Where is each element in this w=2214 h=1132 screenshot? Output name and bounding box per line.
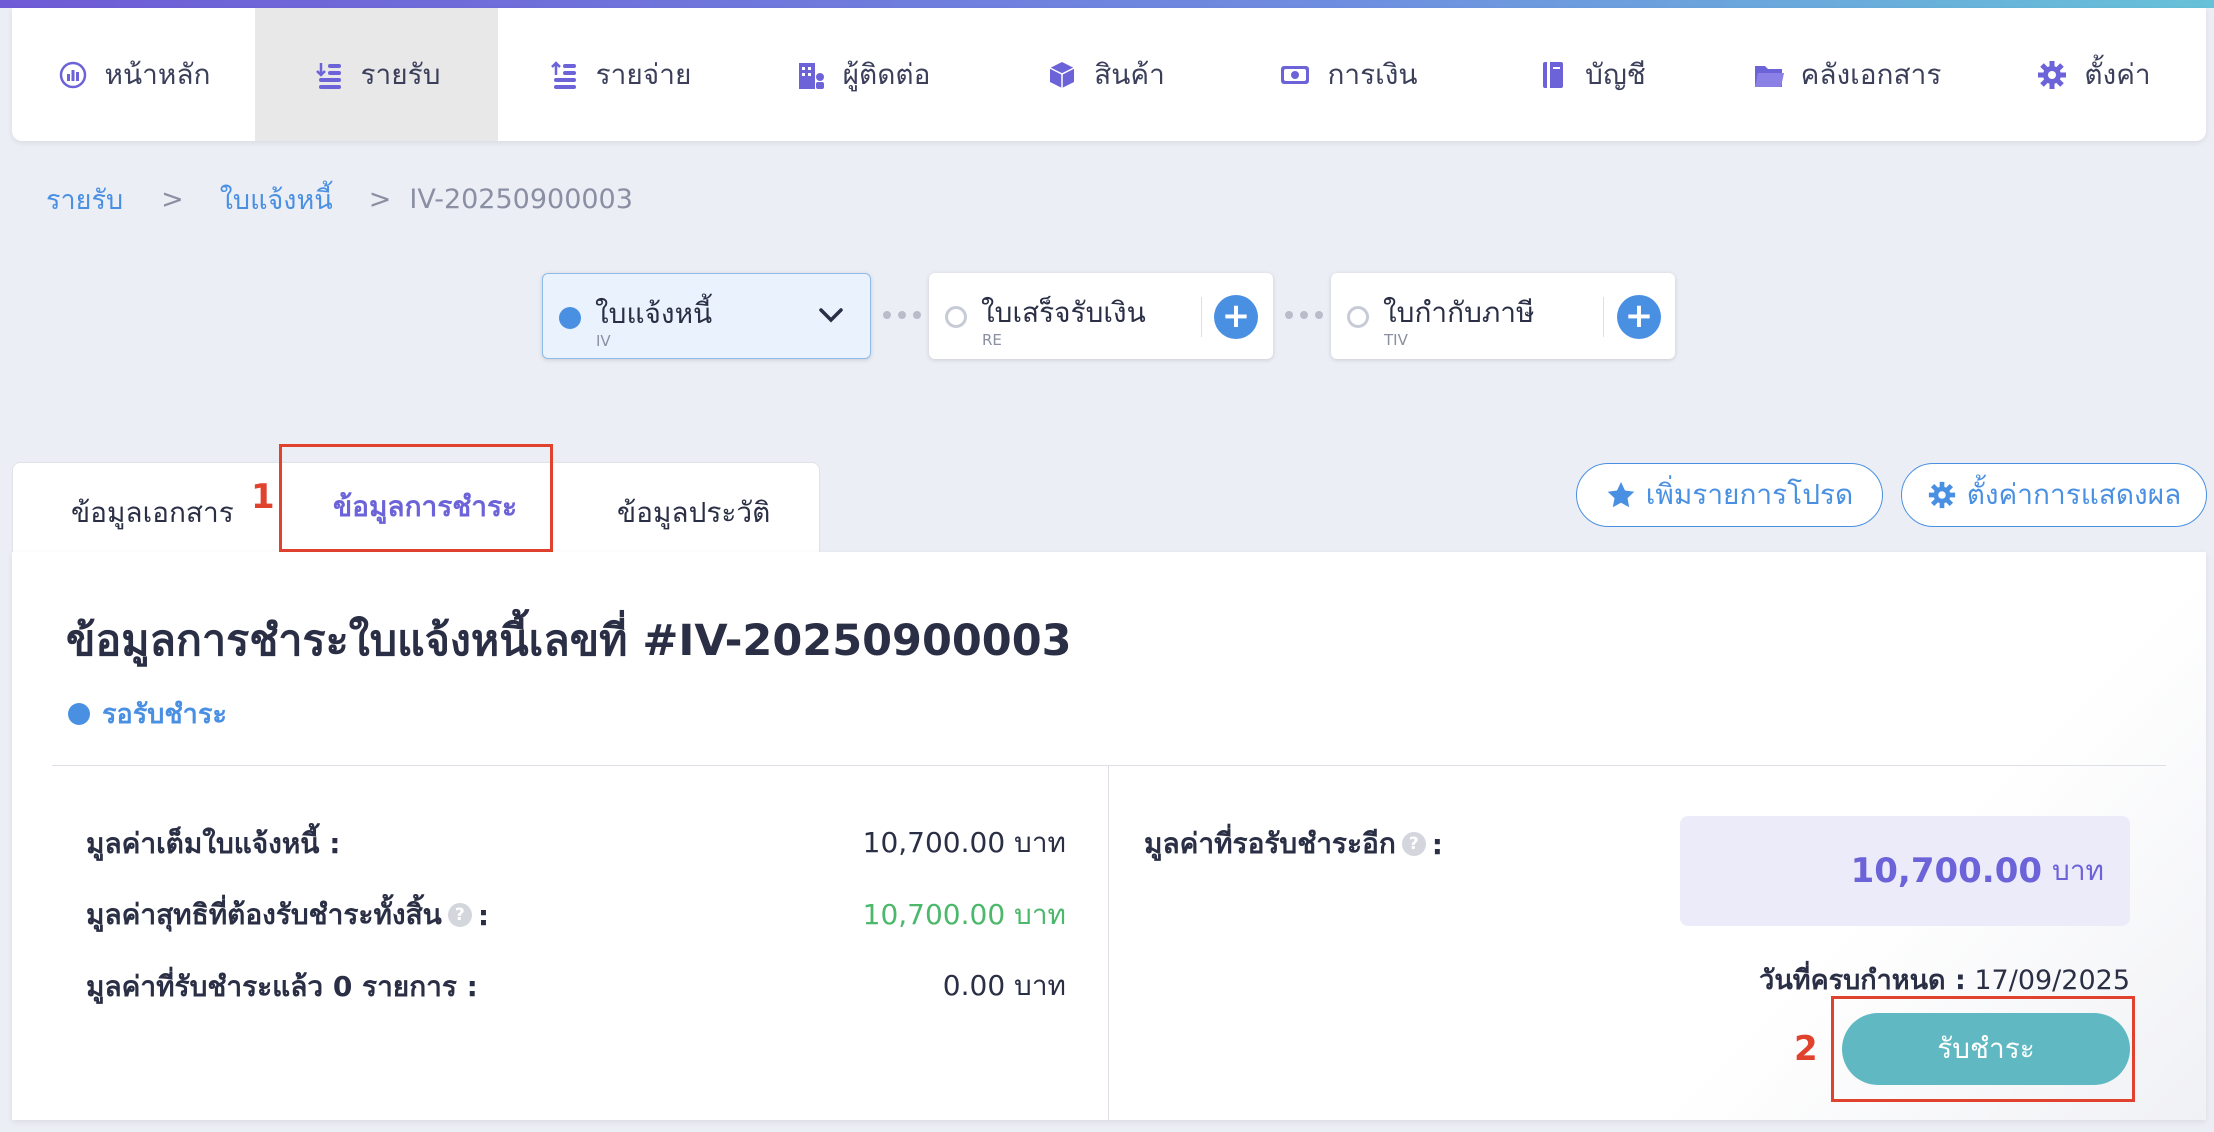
top-accent-bar (0, 0, 2214, 8)
flow-step-title: ใบเสร็จรับเงิน (981, 296, 1146, 329)
remaining-unit: บาท (2052, 854, 2104, 887)
nav-item-home[interactable]: หน้าหลัก (12, 8, 255, 141)
net-amount-value: 10,700.00 บาท (862, 898, 1066, 931)
breadcrumb-income-link[interactable]: รายรับ (46, 178, 123, 221)
display-settings-button[interactable]: ตั้งค่าการแสดงผล (1901, 463, 2207, 527)
dashboard-gauge-icon (57, 59, 89, 91)
star-icon (1607, 482, 1635, 508)
flow-connector (883, 311, 921, 319)
page-title: ข้อมูลการชำระใบแจ้งหนี้เลขที่ #IV-202509… (66, 616, 1072, 666)
full-amount-label: มูลค่าเต็มใบแจ้งหนี้ : (86, 827, 341, 860)
net-amount-colon: : (477, 898, 490, 932)
help-icon[interactable]: ? (1401, 832, 1426, 856)
product-box-icon (1046, 59, 1078, 91)
highlight-box-step2 (1831, 996, 2135, 1102)
add-favorite-button[interactable]: เพิ่มรายการโปรด (1576, 463, 1883, 527)
status-badge: รอรับชำระ (68, 692, 227, 735)
flow-divider (1603, 297, 1604, 337)
breadcrumb: รายรับ > ใบแจ้งหนี้ > IV-20250900003 (46, 178, 633, 221)
nav-item-label: หน้าหลัก (104, 57, 211, 91)
income-coins-icon (313, 59, 345, 91)
add-tax-invoice-button[interactable]: + (1617, 295, 1661, 339)
paid-amount-label: มูลค่าที่รับชำระแล้ว 0 รายการ : (86, 970, 478, 1003)
folder-icon (1753, 59, 1785, 91)
nav-item-label: ผู้ติดต่อ (842, 57, 931, 91)
nav-item-label: คลังเอกสาร (1800, 57, 1942, 91)
display-settings-label: ตั้งค่าการแสดงผล (1966, 478, 2182, 511)
nav-item-contacts[interactable]: ผู้ติดต่อ (741, 8, 984, 141)
flow-step-dot (945, 306, 967, 328)
remaining-colon: : (1431, 827, 1443, 861)
nav-item-label: การเงิน (1327, 57, 1418, 91)
nav-item-finance[interactable]: การเงิน (1227, 8, 1470, 141)
paid-amount-value: 0.00 บาท (942, 969, 1066, 1002)
due-date-label: วันที่ครบกำหนด : (1759, 965, 1966, 996)
nav-item-label: สินค้า (1094, 57, 1165, 91)
breadcrumb-current: IV-20250900003 (409, 184, 633, 215)
remaining-label: มูลค่าที่รอรับชำระอีก (1144, 827, 1396, 860)
highlight-box-step1 (279, 444, 553, 552)
flow-step-code: IV (596, 332, 611, 350)
breadcrumb-separator: > (161, 184, 184, 215)
flow-step-dot (559, 307, 581, 329)
flow-divider (1201, 297, 1202, 337)
nav-item-income[interactable]: รายรับ (255, 8, 498, 141)
remaining-amount-box: 10,700.00 บาท (1680, 816, 2130, 926)
nav-item-label: รายจ่าย (595, 57, 692, 91)
nav-item-accounting[interactable]: บัญชี (1470, 8, 1713, 141)
contacts-building-icon (795, 59, 827, 91)
divider (52, 765, 2166, 766)
breadcrumb-invoice-link[interactable]: ใบแจ้งหนี้ (220, 178, 333, 221)
remaining-amount: 10,700.00 (1850, 851, 2043, 891)
flow-connector (1285, 311, 1323, 319)
account-book-icon (1537, 59, 1569, 91)
step-number-1: 1 (251, 477, 275, 517)
gear-icon (2036, 59, 2068, 91)
tab-document-info[interactable]: ข้อมูลเอกสาร (71, 491, 234, 535)
net-amount-label-row: มูลค่าสุทธิที่ต้องรับชำระทั้งสิ้น ? : (86, 893, 489, 937)
flow-step-receipt[interactable]: ใบเสร็จรับเงิน RE + (929, 273, 1273, 359)
main-nav: หน้าหลัก รายรับ รายจ่าย ผู้ติดต่อ สินค้า… (12, 8, 2206, 141)
breadcrumb-separator: > (368, 184, 392, 215)
flow-step-dot (1347, 306, 1369, 328)
add-favorite-label: เพิ่มรายการโปรด (1645, 478, 1854, 511)
chevron-down-icon[interactable] (814, 298, 848, 332)
tab-history-info[interactable]: ข้อมูลประวัติ (617, 491, 770, 535)
nav-item-label: รายรับ (360, 57, 441, 91)
due-date: วันที่ครบกำหนด : 17/09/2025 (1759, 958, 2130, 1001)
divider (1108, 765, 1109, 1120)
nav-item-expense[interactable]: รายจ่าย (498, 8, 741, 141)
money-bill-icon (1279, 59, 1311, 91)
flow-step-title: ใบกำกับภาษี (1383, 296, 1535, 329)
flow-step-code: RE (982, 331, 1002, 349)
expense-coins-icon (548, 59, 580, 91)
status-label: รอรับชำระ (102, 699, 227, 730)
nav-item-documents[interactable]: คลังเอกสาร (1713, 8, 1981, 141)
remaining-label-row: มูลค่าที่รอรับชำระอีก ? : (1144, 822, 1443, 866)
net-amount-label: มูลค่าสุทธิที่ต้องรับชำระทั้งสิ้น (86, 898, 442, 931)
flow-step-invoice[interactable]: ใบแจ้งหนี้ IV (542, 273, 871, 359)
flow-step-tax-invoice[interactable]: ใบกำกับภาษี TIV + (1331, 273, 1675, 359)
nav-item-label: ตั้งค่า (2084, 57, 2151, 91)
nav-item-settings[interactable]: ตั้งค่า (1981, 8, 2206, 141)
status-dot (68, 702, 90, 725)
step-number-2: 2 (1794, 1029, 1818, 1069)
full-amount-value: 10,700.00 บาท (862, 826, 1066, 859)
nav-item-label: บัญชี (1585, 57, 1646, 91)
add-receipt-button[interactable]: + (1214, 295, 1258, 339)
help-icon[interactable]: ? (447, 903, 472, 927)
gear-icon (1928, 481, 1955, 509)
flow-step-title: ใบแจ้งหนี้ (595, 297, 713, 330)
flow-step-code: TIV (1384, 331, 1408, 349)
nav-item-products[interactable]: สินค้า (984, 8, 1227, 141)
due-date-value: 17/09/2025 (1974, 965, 2130, 996)
